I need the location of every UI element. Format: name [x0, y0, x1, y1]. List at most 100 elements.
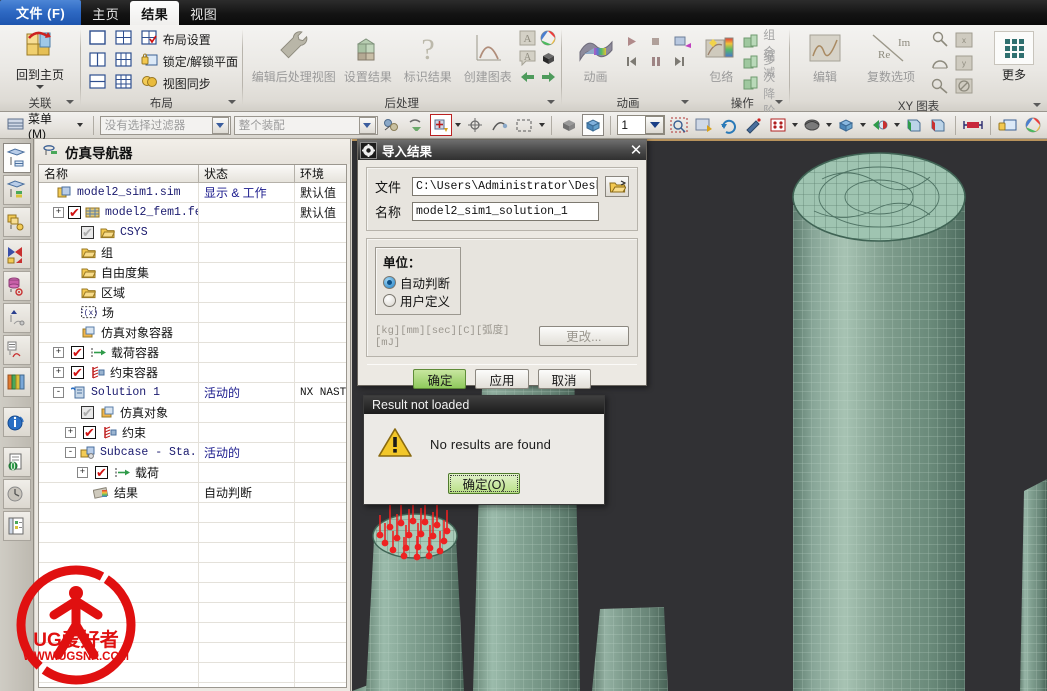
table-row[interactable]: + ✔ 载荷	[39, 463, 346, 483]
next-arrow-icon[interactable]	[540, 70, 557, 87]
checkbox[interactable]: ✔	[71, 346, 84, 359]
expand-icon[interactable]: +	[53, 367, 64, 378]
import-results-dialog[interactable]: 导入结果 ✕ 文件 C:\Users\Administrator\Desktop…	[357, 139, 647, 389]
table-row[interactable]: - Subcase - Sta... 活动的	[39, 443, 346, 463]
selection-filter-combo[interactable]: 没有选择过滤器	[99, 115, 231, 135]
tree-node-name-cell[interactable]: + ✔ 载荷容器	[39, 343, 199, 362]
checkbox[interactable]: ✔	[71, 366, 84, 379]
tab-view[interactable]: 视图	[179, 1, 228, 25]
checkbox[interactable]: ✔	[83, 426, 96, 439]
add-selection-icon[interactable]	[430, 114, 453, 136]
collapse-icon[interactable]: -	[53, 387, 64, 398]
menu-button[interactable]: 菜单 (M)	[3, 110, 87, 141]
name-input[interactable]: model2_sim1_solution_1	[412, 202, 599, 221]
chart-y-icon[interactable]: y	[954, 54, 976, 75]
browser-icon[interactable]	[2, 447, 31, 477]
column-header-name[interactable]: 名称	[39, 165, 199, 182]
table-row[interactable]: 自由度集	[39, 263, 346, 283]
unit-option-custom[interactable]: 用户定义	[383, 291, 452, 309]
checkbox[interactable]: ✔	[95, 466, 108, 479]
simulation-tree[interactable]: 名称 状态 环境 model2_sim1.sim 显示 & 工作 默认值 + ✔ mode…	[38, 164, 347, 688]
tree-node-name-cell[interactable]: + ✔ 约束	[39, 423, 199, 442]
identify-result-button[interactable]: ? 标识结果	[399, 28, 457, 85]
envelope-button[interactable]: 包络	[703, 28, 739, 85]
chevron-down-icon[interactable]	[645, 116, 665, 134]
tree-node-name-cell[interactable]: 自由度集	[39, 263, 199, 282]
sheet-navigator-icon[interactable]	[2, 335, 31, 365]
previous-arrow-icon[interactable]	[519, 70, 536, 87]
layout-two-horizontal-icon[interactable]	[89, 74, 109, 92]
chevron-down-icon[interactable]	[893, 123, 900, 127]
play-icon[interactable]	[626, 36, 637, 50]
measure-icon[interactable]	[489, 114, 511, 136]
table-row[interactable]: + ✔ 约束容器	[39, 363, 346, 383]
layout-single-icon[interactable]	[89, 30, 109, 48]
notes-icon[interactable]	[2, 511, 31, 541]
expand-icon[interactable]: +	[77, 467, 88, 478]
zoom-window-icon[interactable]	[693, 114, 715, 136]
chevron-down-icon[interactable]	[1033, 103, 1042, 107]
table-row[interactable]: ✔ 仿真对象	[39, 403, 346, 423]
tab-results[interactable]: 结果	[130, 1, 180, 25]
render-style-icon[interactable]	[801, 114, 823, 136]
shaded-view-icon[interactable]	[558, 114, 580, 136]
table-row[interactable]: - Solution 1 活动的 NX NAST	[39, 383, 346, 403]
tree-node-name-cell[interactable]: 结果	[39, 483, 199, 502]
edit-post-view-button[interactable]: 编辑后处理视图	[251, 28, 337, 85]
table-row[interactable]: 结果 自动判断	[39, 483, 346, 503]
apply-button[interactable]: 应用	[475, 369, 529, 389]
blue-cube-icon[interactable]	[835, 114, 857, 136]
tree-node-name-cell[interactable]: 区域	[39, 283, 199, 302]
tree-node-name-cell[interactable]: F(x) 场	[39, 303, 199, 322]
change-units-button[interactable]: 更改...	[538, 325, 629, 346]
chevron-down-icon[interactable]	[228, 100, 237, 104]
tab-file[interactable]: 文件 (F)	[0, 0, 82, 25]
column-header-status[interactable]: 状态	[199, 165, 295, 182]
chevron-down-icon[interactable]	[792, 123, 799, 127]
result-not-loaded-dialog[interactable]: Result not loaded No results are found 确…	[363, 395, 605, 505]
layer-spinner[interactable]: 1	[617, 115, 666, 135]
table-row[interactable]: 仿真对象容器	[39, 323, 346, 343]
chart-x-icon[interactable]: x	[954, 31, 976, 52]
reuse-library-icon[interactable]	[2, 239, 31, 269]
color-wheel-icon[interactable]	[1022, 114, 1044, 136]
layout-settings-item[interactable]: 布局设置	[141, 30, 238, 48]
color-legend-icon[interactable]	[540, 30, 557, 49]
table-row[interactable]: F(x) 场	[39, 303, 346, 323]
animation-button[interactable]: 动画	[570, 28, 622, 85]
section-view-icon[interactable]	[903, 114, 925, 136]
lock-unlock-plane-item[interactable]: 锁定/解锁平面	[141, 52, 238, 70]
close-icon[interactable]: ✕	[626, 141, 646, 159]
view-sync-item[interactable]: 视图同步	[141, 74, 238, 92]
return-home-dropdown-icon[interactable]	[36, 85, 44, 89]
fit-view-icon[interactable]	[668, 114, 690, 136]
chevron-down-icon[interactable]	[680, 100, 689, 104]
pause-icon[interactable]	[650, 56, 661, 70]
assembly-navigator-icon[interactable]	[2, 143, 31, 173]
first-frame-icon[interactable]	[626, 56, 637, 70]
chevron-down-icon[interactable]	[76, 123, 83, 127]
color-display-icon[interactable]	[869, 114, 891, 136]
set-result-button[interactable]: 设置结果	[339, 28, 397, 85]
open-folder-icon[interactable]	[605, 176, 629, 197]
expand-icon[interactable]: +	[65, 427, 76, 438]
filter-reset-icon[interactable]	[405, 114, 427, 136]
tree-node-name-cell[interactable]: + ✔ 载荷	[39, 463, 199, 482]
layout-two-vertical-icon[interactable]	[89, 52, 109, 70]
checkbox[interactable]: ✔	[81, 406, 94, 419]
complex-options-button[interactable]: Im Re 复数选项	[857, 28, 925, 85]
chevron-down-icon[interactable]	[358, 116, 376, 134]
message-ok-button[interactable]: 确定(O)	[448, 473, 520, 494]
chevron-down-icon[interactable]	[859, 123, 866, 127]
tree-node-name-cell[interactable]: ✔ CSYS	[39, 223, 199, 242]
return-home-button[interactable]: 回到主页	[4, 28, 76, 89]
pan-view-icon[interactable]	[743, 114, 765, 136]
tree-node-name-cell[interactable]: model2_sim1.sim	[39, 183, 199, 202]
ok-button[interactable]: 确定	[413, 369, 467, 389]
layout-nine-icon[interactable]	[115, 74, 135, 92]
cancel-button[interactable]: 取消	[537, 369, 591, 389]
text-annotation-icon[interactable]: A	[519, 30, 536, 49]
chevron-down-icon[interactable]	[826, 123, 833, 127]
chevron-down-icon[interactable]	[546, 100, 555, 104]
tree-node-name-cell[interactable]: + ✔ 约束容器	[39, 363, 199, 382]
